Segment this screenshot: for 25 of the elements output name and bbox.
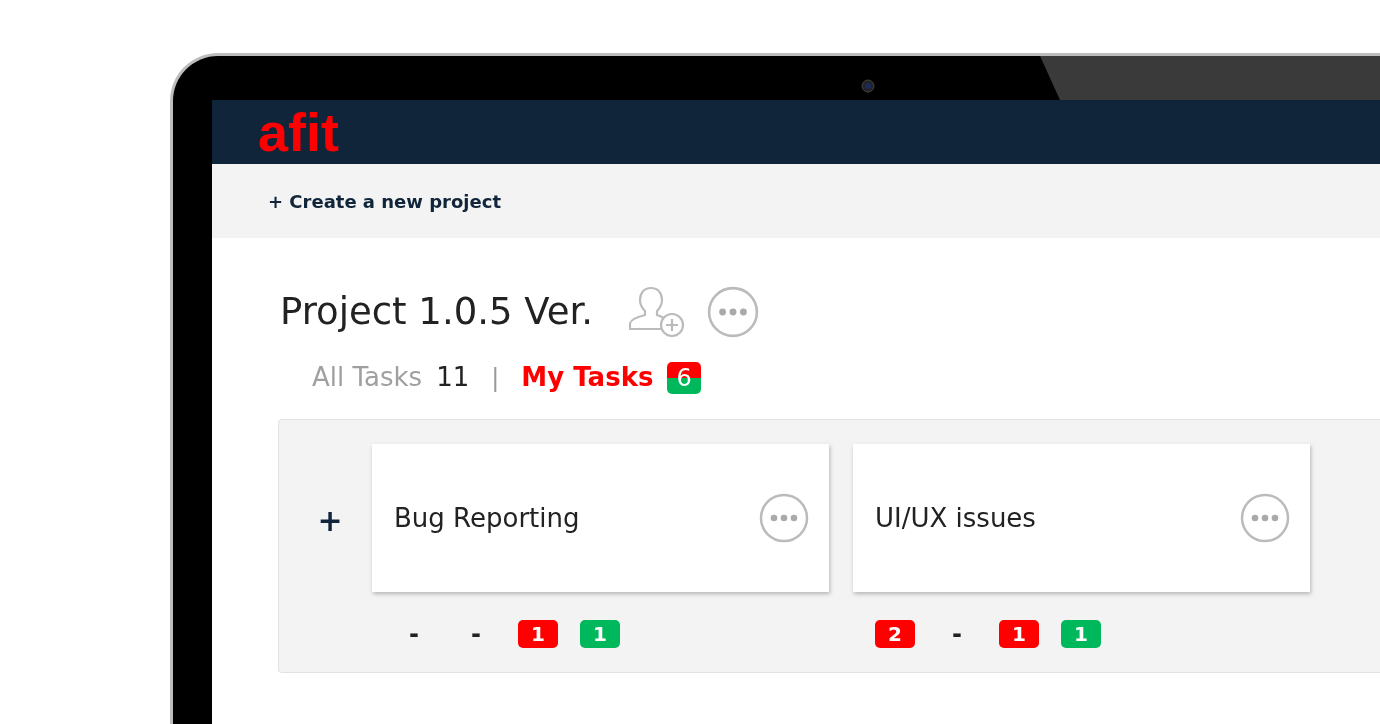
tab[interactable]: My Tasks 6 [521,358,701,397]
camera-icon [861,79,875,93]
empty-count: - [408,619,420,650]
count-badge: 1 [999,620,1039,648]
count-badge: 2 [875,620,915,648]
tab[interactable]: All Tasks 11 [312,358,470,397]
task-count: 11 [436,361,470,394]
count-badge: 1 [518,620,558,648]
empty-count: - [470,619,482,650]
tab-separator: | [491,362,500,394]
count-badge: 1 [580,620,620,648]
logo[interactable]: afit [258,105,339,159]
list-card[interactable]: Bug Reporting [372,444,829,592]
empty-count: - [951,619,963,650]
more-options-icon[interactable] [759,493,809,543]
add-list-button[interactable]: + [315,498,345,543]
list-title: UI/UX issues [875,501,1036,535]
list-card[interactable]: UI/UX issues [853,444,1310,592]
count-badge: 6 [667,361,701,394]
more-options-icon[interactable] [1240,493,1290,543]
more-options-icon[interactable] [707,286,760,338]
project-title: Project 1.0.5 Ver. [280,289,594,336]
create-project-link[interactable]: + Create a new project [268,187,501,215]
list-title: Bug Reporting [394,501,580,535]
count-badge: 1 [1061,620,1101,648]
